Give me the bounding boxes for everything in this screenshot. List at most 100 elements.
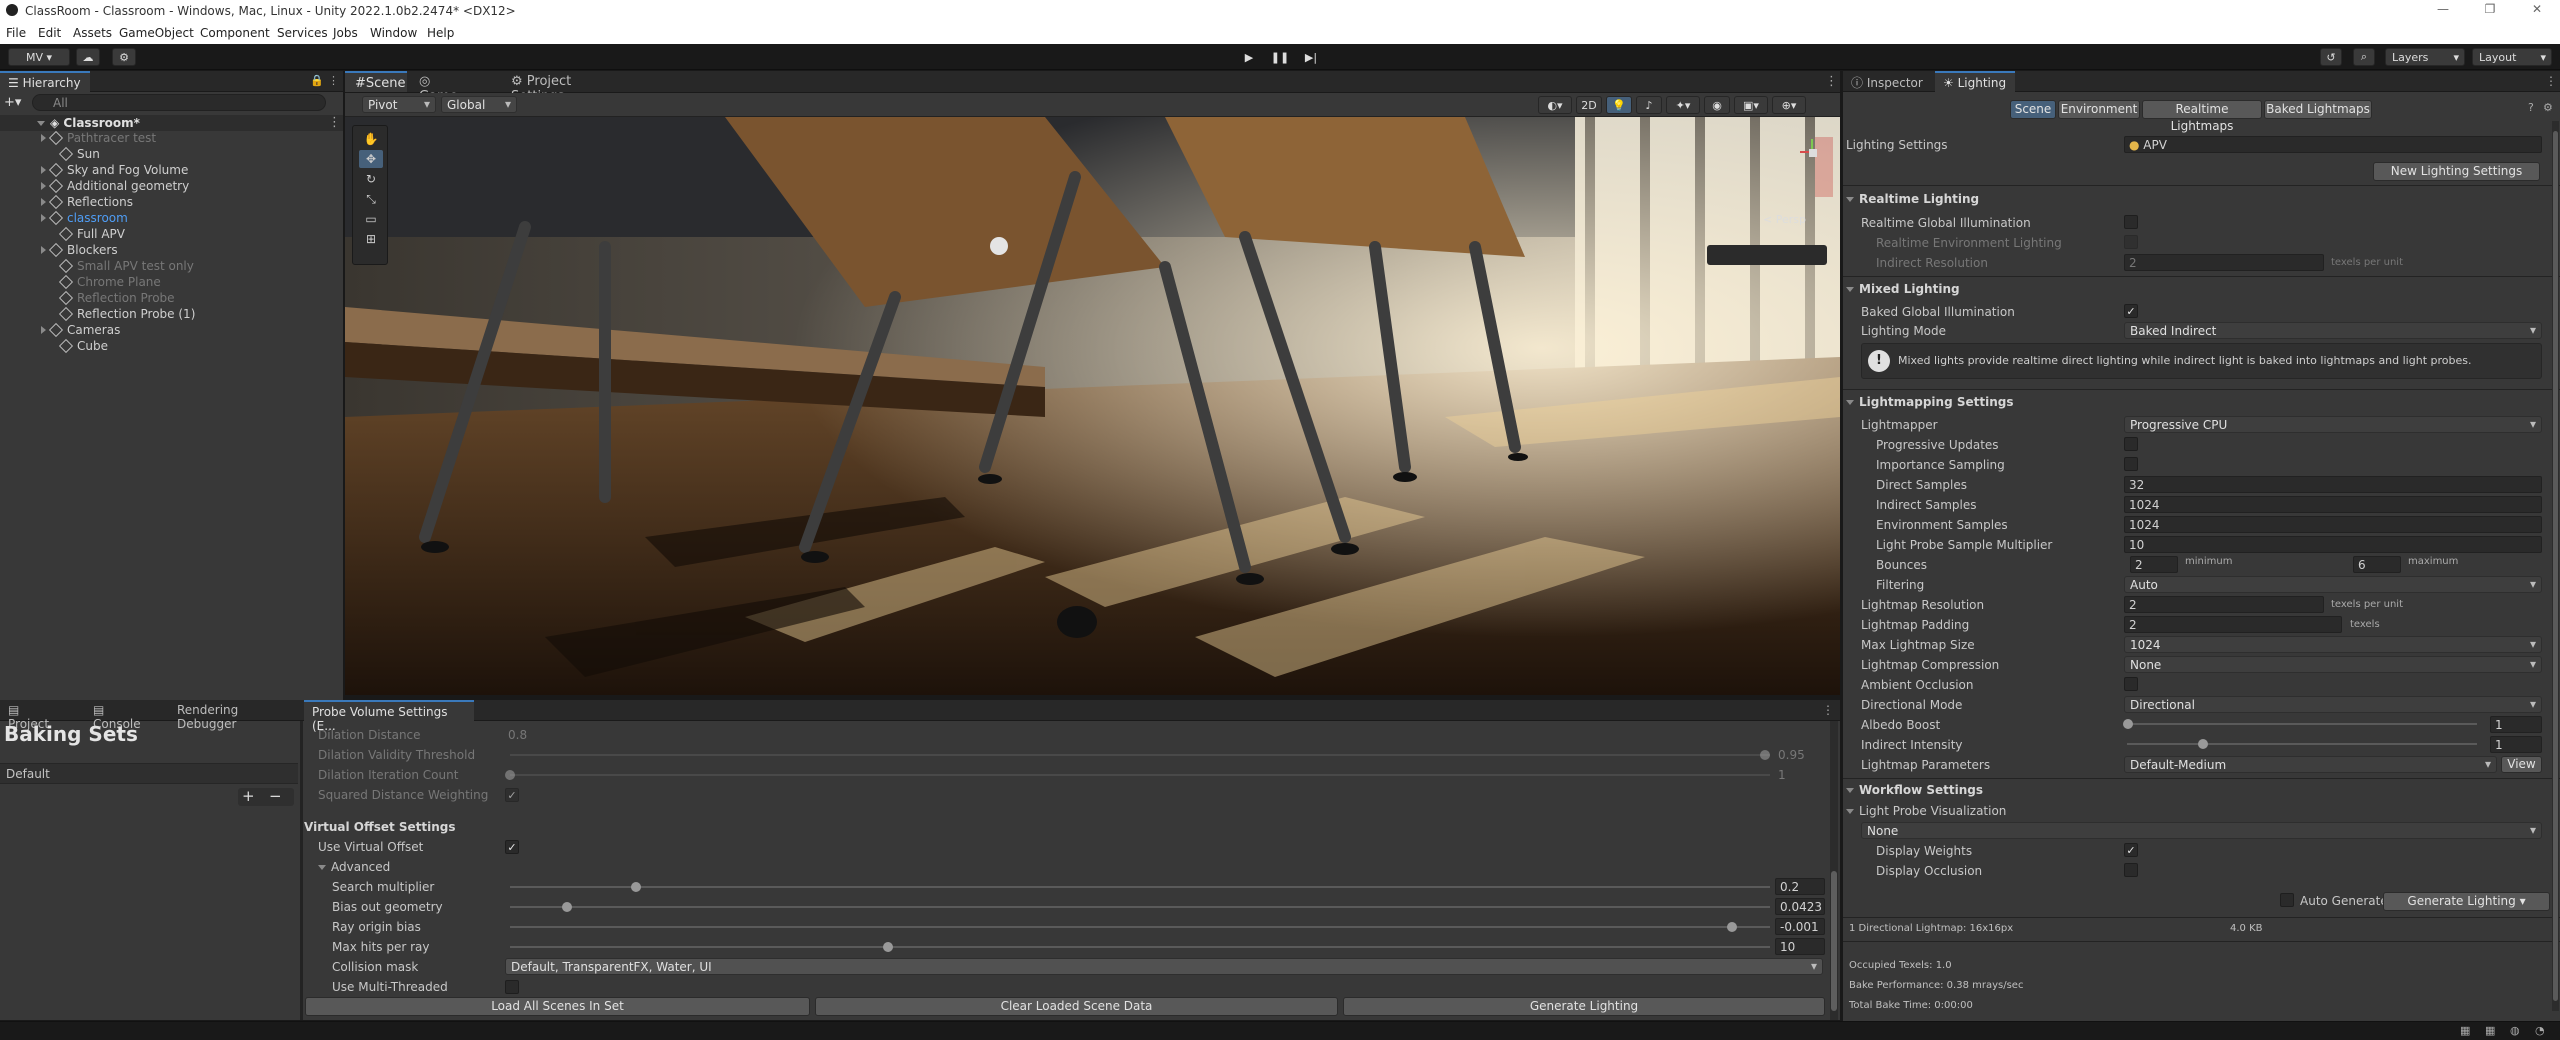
display-weights-checkbox[interactable]: ✓ (2124, 843, 2138, 857)
hidden-objects-icon[interactable]: ◉ (1704, 96, 1730, 114)
close-icon[interactable]: ✕ (2522, 2, 2552, 20)
lighting-toggle-icon[interactable]: 💡 (1606, 96, 1632, 114)
vo-slider-track[interactable] (510, 906, 1770, 908)
overlay-toolbar[interactable] (1707, 245, 1827, 265)
bounces-min-field[interactable]: 2 (2130, 556, 2178, 573)
lpsm-field[interactable]: 10 (2124, 536, 2542, 553)
camera-dropdown-icon[interactable]: ▣▾ (1734, 96, 1768, 114)
hierarchy-item[interactable]: Blockers (0, 242, 118, 259)
tab-scene[interactable]: #Scene (345, 71, 407, 92)
help-icon[interactable]: ? (2528, 101, 2534, 114)
lpv-dropdown[interactable]: None (1861, 822, 2542, 839)
expand-arrow-icon[interactable] (41, 134, 46, 142)
hierarchy-item[interactable]: Cameras (0, 322, 120, 339)
settings-gear-icon[interactable]: ⚙ (2543, 101, 2553, 114)
gizmos-dropdown-icon[interactable]: ⊕▾ (1772, 96, 1806, 114)
hierarchy-item[interactable]: classroom (0, 210, 128, 227)
multi-threaded-checkbox[interactable] (505, 980, 519, 994)
padding-field[interactable]: 2 (2124, 616, 2342, 633)
realtime-lighting-header[interactable]: Realtime Lighting (1846, 192, 1979, 206)
subtab-scene[interactable]: Scene (2010, 100, 2056, 119)
subtab-environment[interactable]: Environment (2058, 100, 2140, 119)
hierarchy-item[interactable]: Sun (0, 146, 100, 163)
menu-window[interactable]: Window (370, 26, 417, 40)
progressive-checkbox[interactable] (2124, 437, 2138, 451)
display-occlusion-checkbox[interactable] (2124, 863, 2138, 877)
maximize-icon[interactable]: ❐ (2475, 2, 2505, 20)
hierarchy-search-input[interactable]: All (32, 94, 326, 111)
search-icon[interactable]: ⌕ (2353, 48, 2375, 66)
lightmapping-header[interactable]: Lightmapping Settings (1846, 395, 2013, 409)
expand-arrow-icon[interactable] (41, 198, 46, 206)
indirect-intensity-track[interactable] (2127, 743, 2477, 745)
subtab-baked-lightmaps[interactable]: Baked Lightmaps (2264, 100, 2372, 119)
menu-component[interactable]: Component (200, 26, 270, 40)
new-lighting-settings-button[interactable]: New Lighting Settings (2373, 162, 2540, 181)
dilation-slider-track[interactable] (510, 754, 1770, 756)
account-dropdown[interactable]: MV ▾ (8, 48, 70, 66)
workflow-header[interactable]: Workflow Settings (1846, 783, 1983, 797)
pause-icon[interactable]: ❚❚ (1268, 48, 1292, 66)
importance-checkbox[interactable] (2124, 457, 2138, 471)
albedo-slider-track[interactable] (2127, 723, 2477, 725)
vo-row-value[interactable]: -0.001 (1775, 918, 1825, 935)
play-icon[interactable]: ▶ (1237, 48, 1261, 66)
bottom-scrollbar[interactable] (1830, 721, 1838, 1020)
dilation-slider-knob[interactable] (1760, 750, 1770, 760)
menu-dots-icon[interactable]: ⋮ (328, 74, 339, 87)
tab-lighting[interactable]: ☀ Lighting (1935, 71, 2015, 92)
persp-label[interactable]: < Persp (1763, 213, 1806, 226)
vo-row-value[interactable]: 0.0423 (1775, 898, 1825, 915)
global-dropdown[interactable]: Global (441, 96, 517, 113)
menu-file[interactable]: File (6, 26, 26, 40)
step-icon[interactable]: ▶| (1299, 48, 1323, 66)
vo-slider-knob[interactable] (631, 882, 641, 892)
hierarchy-item[interactable]: Cube (0, 338, 108, 355)
inspector-scrollbar[interactable] (2552, 121, 2559, 1011)
max-size-dropdown[interactable]: 1024 (2124, 636, 2542, 653)
add-baking-set-button[interactable]: + (242, 787, 255, 805)
vo-slider-knob[interactable] (883, 942, 893, 952)
collab-icon[interactable]: ⚙ (112, 48, 136, 66)
tab-probe-volume-settings[interactable]: Probe Volume Settings (E... (304, 700, 474, 733)
menu-assets[interactable]: Assets (73, 26, 112, 40)
audio-toggle-icon[interactable]: ♪ (1636, 96, 1662, 114)
vo-slider-knob[interactable] (561, 902, 572, 912)
scale-tool-icon[interactable]: ⤡ (359, 190, 383, 208)
status-icon-4[interactable]: ◔ (2535, 1024, 2545, 1037)
dir-mode-dropdown[interactable]: Directional (2124, 696, 2542, 713)
expand-arrow-icon[interactable] (41, 182, 46, 190)
minimize-icon[interactable]: — (2428, 2, 2458, 20)
rect-tool-icon[interactable]: ▭ (359, 210, 383, 228)
inspector-menu-dots-icon[interactable]: ⋮ (2545, 74, 2557, 88)
vo-slider-knob[interactable] (1727, 922, 1738, 932)
cloud-icon[interactable]: ☁ (76, 48, 100, 66)
rtgi-checkbox[interactable] (2124, 215, 2138, 229)
compression-dropdown[interactable]: None (2124, 656, 2542, 673)
generate-lighting-button[interactable]: Generate Lighting ▾ (2383, 892, 2550, 911)
params-view-button[interactable]: View (2501, 756, 2542, 773)
tab-project-settings[interactable]: ⚙ Project Settings (503, 71, 623, 104)
rotate-tool-icon[interactable]: ↻ (359, 170, 383, 188)
collision-mask-dropdown[interactable]: Default, TransparentFX, Water, UI (505, 958, 1823, 975)
status-icon-1[interactable]: ▦ (2460, 1024, 2470, 1037)
mixed-lighting-header[interactable]: Mixed Lighting (1846, 282, 1960, 296)
resolution-field[interactable]: 2 (2124, 596, 2324, 613)
hierarchy-item[interactable]: Additional geometry (0, 178, 189, 195)
lighting-mode-dropdown[interactable]: Baked Indirect (2124, 322, 2542, 339)
generate-lighting-bottom-button[interactable]: Generate Lighting (1343, 997, 1825, 1016)
tab-project[interactable]: ▤ Project (0, 700, 70, 731)
hierarchy-item[interactable]: Full APV (0, 226, 125, 243)
scene-viewport[interactable]: < Persp (345, 117, 1840, 695)
menu-jobs[interactable]: Jobs (333, 26, 358, 40)
menu-help[interactable]: Help (427, 26, 454, 40)
orientation-gizmo[interactable] (1797, 137, 1827, 167)
indirect-intensity-knob[interactable] (2198, 739, 2208, 749)
load-all-scenes-button[interactable]: Load All Scenes In Set (305, 997, 810, 1016)
menu-services[interactable]: Services (277, 26, 328, 40)
hierarchy-item[interactable]: Reflections (0, 194, 133, 211)
lock-icon[interactable]: 🔒 (310, 74, 324, 87)
albedo-slider-knob[interactable] (2123, 719, 2133, 729)
hierarchy-item[interactable]: Sky and Fog Volume (0, 162, 188, 179)
hierarchy-item[interactable]: Chrome Plane (0, 274, 161, 291)
